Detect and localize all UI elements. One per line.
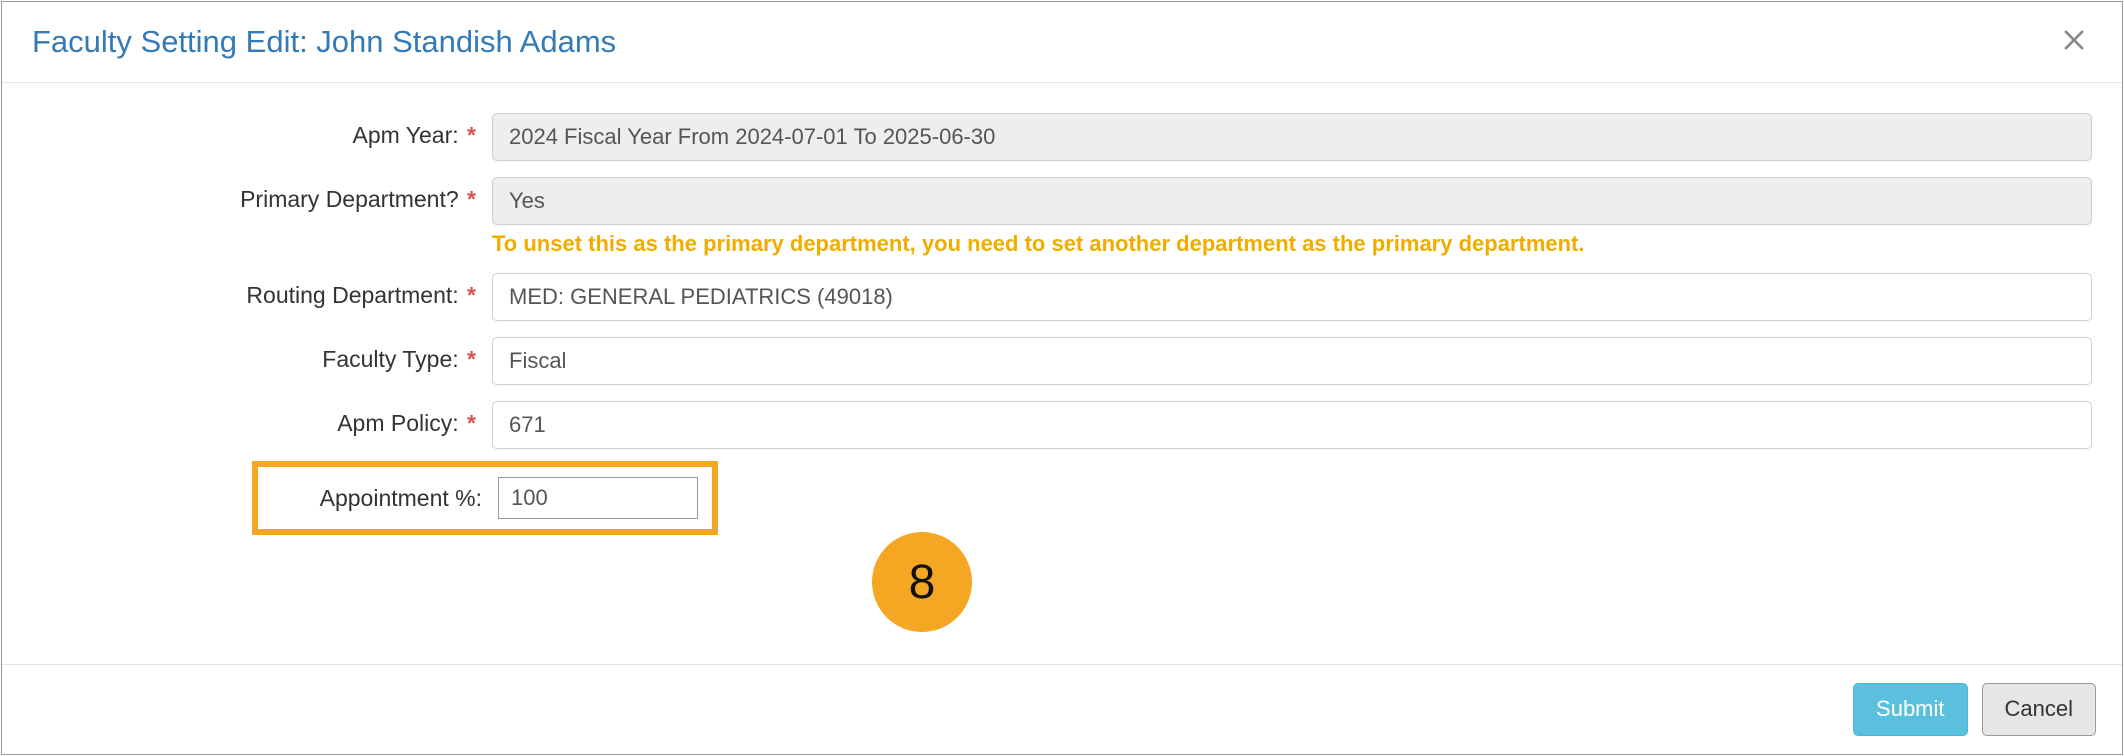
routing-dept-select[interactable]: MED: GENERAL PEDIATRICS (49018) bbox=[492, 273, 2092, 321]
row-faculty-type: Faculty Type: * Fiscal bbox=[32, 337, 2092, 385]
required-marker: * bbox=[467, 122, 476, 148]
row-primary-dept: Primary Department? * Yes To unset this … bbox=[32, 177, 2092, 257]
label-routing-dept: Routing Department: * bbox=[32, 273, 492, 309]
label-faculty-type: Faculty Type: * bbox=[32, 337, 492, 373]
row-routing-dept: Routing Department: * MED: GENERAL PEDIA… bbox=[32, 273, 2092, 321]
required-marker: * bbox=[467, 346, 476, 372]
primary-dept-help: To unset this as the primary department,… bbox=[492, 231, 2092, 257]
faculty-setting-modal: Faculty Setting Edit: John Standish Adam… bbox=[1, 1, 2123, 755]
modal-body: Apm Year: * 2024 Fiscal Year From 2024-0… bbox=[2, 83, 2122, 664]
primary-dept-field: Yes bbox=[492, 177, 2092, 225]
modal-header: Faculty Setting Edit: John Standish Adam… bbox=[2, 2, 2122, 83]
submit-button[interactable]: Submit bbox=[1853, 683, 1967, 736]
apm-year-field: 2024 Fiscal Year From 2024-07-01 To 2025… bbox=[492, 113, 2092, 161]
label-primary-dept: Primary Department? * bbox=[32, 177, 492, 213]
modal-title: Faculty Setting Edit: John Standish Adam… bbox=[32, 24, 616, 60]
appointment-pct-input[interactable] bbox=[498, 477, 698, 519]
row-apm-year: Apm Year: * 2024 Fiscal Year From 2024-0… bbox=[32, 113, 2092, 161]
step-callout-badge: 8 bbox=[872, 532, 972, 632]
cancel-button[interactable]: Cancel bbox=[1982, 683, 2096, 736]
appointment-highlight: Appointment %: bbox=[252, 461, 718, 535]
faculty-type-select[interactable]: Fiscal bbox=[492, 337, 2092, 385]
close-icon[interactable] bbox=[2056, 24, 2092, 60]
apm-policy-select[interactable]: 671 bbox=[492, 401, 2092, 449]
row-apm-policy: Apm Policy: * 671 bbox=[32, 401, 2092, 449]
required-marker: * bbox=[467, 186, 476, 212]
label-apm-policy: Apm Policy: * bbox=[32, 401, 492, 437]
required-marker: * bbox=[467, 282, 476, 308]
modal-footer: Submit Cancel bbox=[2, 664, 2122, 754]
label-appointment-pct: Appointment %: bbox=[258, 485, 498, 512]
required-marker: * bbox=[467, 410, 476, 436]
label-apm-year: Apm Year: * bbox=[32, 113, 492, 149]
